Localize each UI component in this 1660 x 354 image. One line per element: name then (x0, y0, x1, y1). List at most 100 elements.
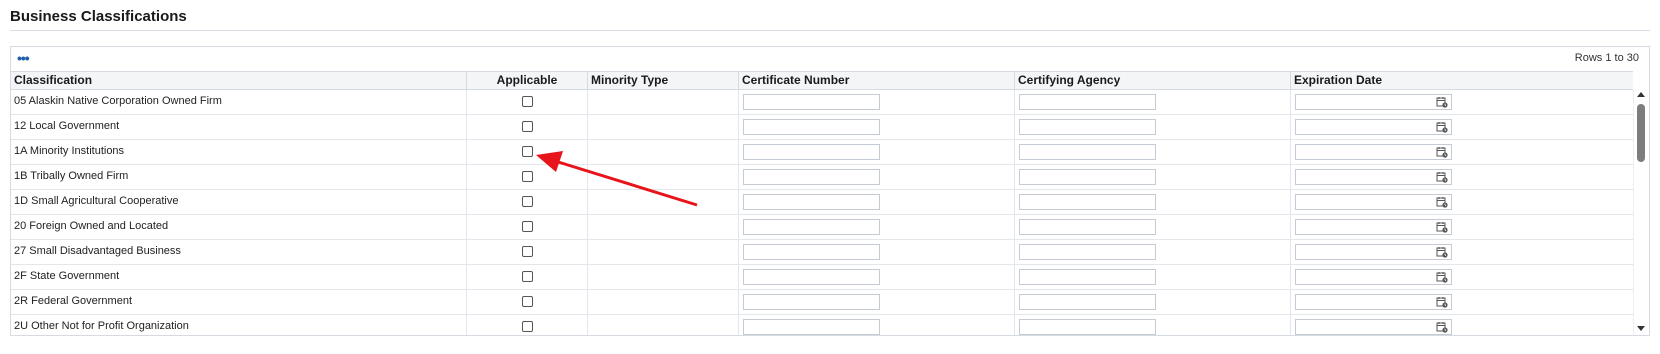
certificate-number-input[interactable] (743, 194, 880, 210)
certificate-number-input[interactable] (743, 294, 880, 310)
certifying-agency-input[interactable] (1019, 319, 1156, 335)
certifying-agency-input[interactable] (1019, 119, 1156, 135)
certifying-agency-input[interactable] (1019, 244, 1156, 260)
cell-minority-type (588, 165, 739, 189)
calendar-icon[interactable] (1436, 246, 1448, 258)
calendar-icon[interactable] (1436, 271, 1448, 283)
calendar-icon[interactable] (1436, 121, 1448, 133)
expiration-date-input[interactable] (1295, 194, 1452, 210)
expiration-date-input[interactable] (1295, 269, 1452, 285)
more-actions-icon[interactable]: ••• (17, 50, 30, 66)
classification-label: 27 Small Disadvantaged Business (14, 245, 181, 257)
cell-classification: 1A Minority Institutions (11, 140, 467, 164)
certifying-agency-input[interactable] (1019, 194, 1156, 210)
applicable-checkbox[interactable] (522, 196, 533, 207)
expiration-date-input[interactable] (1295, 219, 1452, 235)
certificate-number-input[interactable] (743, 94, 880, 110)
cell-classification: 05 Alaskin Native Corporation Owned Firm (11, 90, 467, 114)
applicable-checkbox[interactable] (522, 121, 533, 132)
certificate-number-input[interactable] (743, 219, 880, 235)
column-header-expiration-date: Expiration Date (1294, 73, 1383, 87)
cell-certifying-agency (1015, 265, 1291, 289)
cell-expiration-date (1291, 140, 1633, 164)
applicable-checkbox[interactable] (522, 96, 533, 107)
cell-certifying-agency (1015, 165, 1291, 189)
scroll-up-icon[interactable] (1637, 92, 1645, 97)
cell-applicable (467, 265, 588, 289)
cell-certificate-number (739, 165, 1015, 189)
cell-classification: 20 Foreign Owned and Located (11, 215, 467, 239)
scroll-thumb[interactable] (1637, 104, 1645, 162)
cell-certificate-number (739, 90, 1015, 114)
vertical-scrollbar[interactable] (1633, 90, 1649, 335)
expiration-date-input[interactable] (1295, 244, 1452, 260)
cell-certifying-agency (1015, 140, 1291, 164)
certifying-agency-input[interactable] (1019, 94, 1156, 110)
classification-label: 1B Tribally Owned Firm (14, 170, 129, 182)
cell-certifying-agency (1015, 190, 1291, 214)
cell-classification: 2R Federal Government (11, 290, 467, 314)
classification-label: 12 Local Government (14, 120, 120, 132)
cell-minority-type (588, 315, 739, 335)
cell-minority-type (588, 115, 739, 139)
cell-expiration-date (1291, 190, 1633, 214)
cell-applicable (467, 315, 588, 335)
calendar-icon[interactable] (1436, 321, 1448, 333)
certifying-agency-input[interactable] (1019, 294, 1156, 310)
certificate-number-input[interactable] (743, 119, 880, 135)
classification-label: 2R Federal Government (14, 295, 132, 307)
certificate-number-input[interactable] (743, 244, 880, 260)
expiration-date-input[interactable] (1295, 144, 1452, 160)
expiration-date-input[interactable] (1295, 119, 1452, 135)
cell-minority-type (588, 290, 739, 314)
certifying-agency-input[interactable] (1019, 269, 1156, 285)
cell-classification: 27 Small Disadvantaged Business (11, 240, 467, 264)
column-header-classification: Classification (11, 72, 467, 89)
cell-applicable (467, 290, 588, 314)
certificate-number-input[interactable] (743, 269, 880, 285)
applicable-checkbox[interactable] (522, 321, 533, 332)
applicable-checkbox[interactable] (522, 271, 533, 282)
applicable-checkbox[interactable] (522, 221, 533, 232)
cell-minority-type (588, 190, 739, 214)
applicable-checkbox[interactable] (522, 146, 533, 157)
column-header-applicable: Applicable (467, 72, 588, 89)
cell-expiration-date (1291, 265, 1633, 289)
expiration-date-input[interactable] (1295, 169, 1452, 185)
column-header-minority-type: Minority Type (588, 72, 739, 89)
cell-classification: 2U Other Not for Profit Organization (11, 315, 467, 335)
calendar-icon[interactable] (1436, 96, 1448, 108)
calendar-icon[interactable] (1436, 196, 1448, 208)
cell-applicable (467, 190, 588, 214)
cell-certificate-number (739, 265, 1015, 289)
applicable-checkbox[interactable] (522, 296, 533, 307)
cell-certificate-number (739, 140, 1015, 164)
certifying-agency-input[interactable] (1019, 144, 1156, 160)
table-body: 05 Alaskin Native Corporation Owned Firm… (11, 90, 1633, 335)
scroll-down-icon[interactable] (1637, 326, 1645, 331)
expiration-date-input[interactable] (1295, 94, 1452, 110)
certifying-agency-input[interactable] (1019, 219, 1156, 235)
certificate-number-input[interactable] (743, 169, 880, 185)
applicable-checkbox[interactable] (522, 171, 533, 182)
page-title: Business Classifications (10, 8, 187, 25)
calendar-icon[interactable] (1436, 296, 1448, 308)
certifying-agency-input[interactable] (1019, 169, 1156, 185)
table-row: 1B Tribally Owned Firm (11, 165, 1633, 190)
rows-info: Rows 1 to 30 (1574, 52, 1639, 64)
certificate-number-input[interactable] (743, 319, 880, 335)
calendar-icon[interactable] (1436, 146, 1448, 158)
expiration-date-input[interactable] (1295, 319, 1452, 335)
cell-applicable (467, 165, 588, 189)
cell-certificate-number (739, 190, 1015, 214)
calendar-icon[interactable] (1436, 221, 1448, 233)
expiration-date-input[interactable] (1295, 294, 1452, 310)
applicable-checkbox[interactable] (522, 246, 533, 257)
cell-expiration-date (1291, 315, 1633, 335)
cell-expiration-date (1291, 165, 1633, 189)
cell-classification: 12 Local Government (11, 115, 467, 139)
table-row: 2R Federal Government (11, 290, 1633, 315)
cell-expiration-date (1291, 90, 1633, 114)
certificate-number-input[interactable] (743, 144, 880, 160)
calendar-icon[interactable] (1436, 171, 1448, 183)
